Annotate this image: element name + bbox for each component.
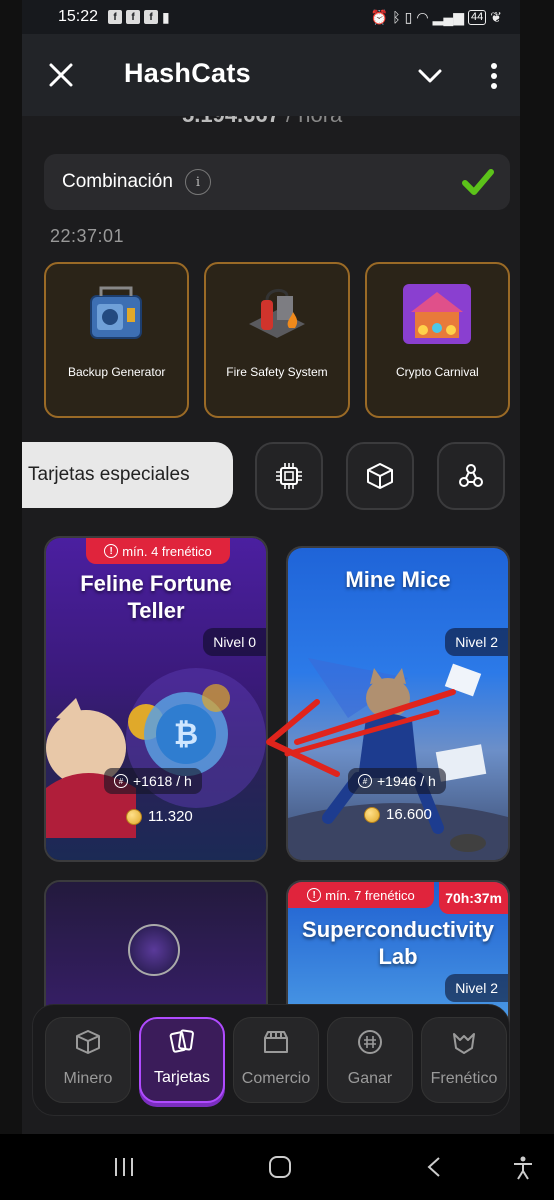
category-tabs: Tarjetas especiales — [22, 440, 520, 510]
tab-network[interactable] — [437, 442, 505, 510]
requirement-badge: ! mín. 4 frenético — [86, 538, 230, 564]
level-badge: Nivel 0 — [203, 628, 266, 656]
combo-panel: Combinación i — [44, 154, 510, 210]
wifi-icon: ◠ — [416, 8, 429, 25]
combo-card[interactable]: Backup Generator — [44, 262, 190, 418]
bluetooth-icon: ᛒ — [392, 9, 401, 25]
requirement-label: mín. 7 frenético — [325, 887, 415, 903]
battery-icon: 44 — [468, 9, 487, 25]
vibrate-icon: ▯ — [404, 8, 413, 25]
card-title: Superconductivity Lab — [302, 917, 494, 969]
box-icon — [76, 1030, 100, 1054]
nav-item-frenetico[interactable]: Frenético — [421, 1017, 507, 1103]
tab-special-cards[interactable]: Tarjetas especiales — [22, 442, 233, 508]
level-badge: Nivel 2 — [445, 974, 508, 1002]
sim-icon: ▮ — [162, 8, 170, 25]
combo-card[interactable]: Crypto Carnival — [364, 262, 510, 418]
card-mine-mice[interactable]: Mine Mice Nivel 2 # +1946 / h 16.600 — [286, 546, 510, 862]
card-price: 16.600 — [364, 806, 432, 823]
nav-label: Comercio — [241, 1070, 311, 1087]
cards-grid: ₿ ! mín. 4 frenético Feline Fortune Telle… — [44, 536, 510, 1040]
bottom-nav: Minero Tarjetas Comercio Ganar Frenético — [32, 1004, 510, 1116]
nav-item-ganar[interactable]: Ganar — [327, 1017, 413, 1103]
cat-mask-icon — [453, 1033, 475, 1054]
price-label: 16.600 — [386, 806, 432, 823]
fire-safety-icon — [248, 289, 305, 338]
coin-icon — [364, 806, 380, 823]
combo-card-label: Backup Generator — [67, 365, 166, 379]
combo-card-label: Crypto Carnival — [395, 365, 479, 379]
store-icon — [264, 1031, 288, 1053]
card-title: Mine Mice — [345, 567, 451, 592]
carnival-icon — [403, 284, 472, 344]
price-label: 11.320 — [148, 808, 193, 825]
leaf-icon: ❦ — [490, 8, 502, 25]
hash-coin-icon — [358, 1030, 382, 1054]
profit-rate: # +1946 / h — [348, 768, 446, 794]
profit-rate: # +1618 / h — [104, 768, 202, 794]
card-feline-fortune-teller[interactable]: ₿ ! mín. 4 frenético Feline Fortune Telle… — [44, 536, 268, 862]
card-avatar — [128, 924, 180, 976]
card-price: 11.320 — [126, 808, 193, 825]
close-icon[interactable] — [48, 62, 74, 88]
rate-label: +1618 / h — [133, 773, 192, 789]
alert-icon: ! — [307, 888, 322, 902]
chevron-down-icon[interactable] — [418, 64, 442, 88]
rate-label: +1946 / h — [377, 773, 436, 789]
nav-item-tarjetas[interactable]: Tarjetas — [139, 1017, 225, 1103]
hash-icon: # — [358, 774, 372, 788]
hash-icon: # — [114, 774, 128, 788]
combo-cards: Backup Generator Fire Safety System Cryp… — [44, 262, 510, 418]
box-icon — [367, 463, 393, 489]
system-nav-bar — [0, 1134, 554, 1200]
combo-label: Combinación — [62, 171, 173, 192]
accessibility-icon[interactable] — [512, 1156, 534, 1180]
facebook-icon: f — [108, 10, 123, 24]
nav-item-minero[interactable]: Minero — [45, 1017, 131, 1103]
back-icon[interactable] — [426, 1156, 442, 1178]
alarm-icon: ⏰ — [370, 8, 389, 25]
status-bar: 15:22 f f f ▮ ⏰ ᛒ ▯ ◠ ▂▄▆ 44 ❦ — [22, 0, 520, 34]
nav-label: Frenético — [430, 1070, 498, 1087]
coin-icon — [126, 808, 142, 825]
nav-label: Ganar — [347, 1070, 393, 1087]
tab-chip[interactable] — [255, 442, 323, 510]
facebook-icon: f — [144, 10, 159, 24]
card-timer: 70h:37m — [439, 882, 508, 914]
facebook-icon: f — [126, 10, 141, 24]
mine-mice-illustration — [288, 658, 508, 860]
network-icon — [459, 464, 483, 487]
combo-countdown: 22:37:01 — [50, 226, 125, 246]
status-time: 15:22 — [58, 8, 99, 25]
svg-text:₿: ₿ — [174, 718, 198, 751]
more-icon[interactable] — [490, 62, 498, 90]
info-icon[interactable]: i — [184, 169, 211, 195]
card-title: Feline Fortune Teller — [80, 571, 232, 623]
requirement-badge: ! mín. 7 frenético — [288, 882, 434, 908]
nav-label: Minero — [63, 1070, 113, 1087]
nav-item-comercio[interactable]: Comercio — [233, 1017, 319, 1103]
generator-icon — [89, 286, 142, 339]
top-bar: HashCats — [22, 34, 520, 116]
cards-icon — [169, 1029, 194, 1053]
tab-box[interactable] — [346, 442, 414, 510]
check-icon — [462, 169, 494, 195]
home-icon[interactable] — [268, 1156, 292, 1178]
app-title: HashCats — [124, 58, 251, 88]
requirement-label: mín. 4 frenético — [122, 543, 212, 559]
combo-card-label: Fire Safety System — [226, 365, 328, 379]
app-window: 5.194.667 / hora HashCats Combinación i … — [22, 34, 520, 1134]
recent-apps-icon[interactable] — [112, 1156, 136, 1178]
nav-label: Tarjetas — [153, 1069, 211, 1086]
alert-icon: ! — [104, 544, 119, 558]
level-badge: Nivel 2 — [445, 628, 508, 656]
chip-icon — [276, 463, 302, 489]
signal-icon: ▂▄▆ — [432, 8, 465, 25]
combo-card[interactable]: Fire Safety System — [204, 262, 350, 418]
